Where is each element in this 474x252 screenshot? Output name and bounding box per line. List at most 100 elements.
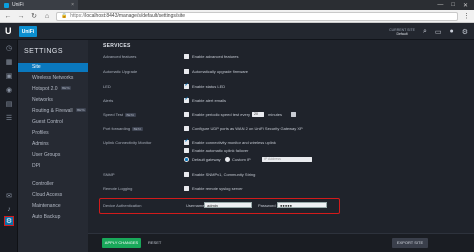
- remote-logging-checkbox[interactable]: [184, 186, 189, 191]
- option-text: Enable advanced features: [192, 54, 239, 59]
- row-label-remote-logging: Remote Logging: [103, 186, 133, 191]
- sidebar-item-cloud-access[interactable]: Cloud Access: [18, 191, 88, 200]
- username-input[interactable]: admin: [204, 202, 252, 208]
- option-text: Automatically upgrade firmware: [192, 69, 249, 74]
- advanced-features-checkbox[interactable]: [184, 54, 189, 59]
- sidebar-item-site[interactable]: Site: [18, 63, 88, 72]
- row-label-device-auth: Device Authentication: [103, 203, 142, 208]
- interval-stepper[interactable]: [291, 112, 296, 117]
- alerts-icon[interactable]: ♪: [4, 205, 14, 215]
- browser-menu-icon[interactable]: ⋮: [463, 12, 470, 20]
- sidebar-item-user-groups[interactable]: User Groups: [18, 151, 88, 160]
- tab-close-icon[interactable]: ×: [71, 2, 74, 8]
- clients-icon[interactable]: ◉: [4, 86, 14, 96]
- sidebar-item-dpi[interactable]: DPI: [18, 162, 88, 171]
- window-controls: — □ ✕: [437, 2, 474, 9]
- export-site-button[interactable]: EXPORT SITE: [392, 238, 428, 248]
- reset-button[interactable]: RESET: [148, 238, 161, 248]
- gear-icon[interactable]: ⚙: [462, 28, 468, 36]
- sidebar-item-guest-control[interactable]: Guest Control: [18, 118, 88, 127]
- user-icon[interactable]: ●: [449, 28, 453, 35]
- speed-test-checkbox[interactable]: [184, 112, 189, 117]
- alerts-checkbox[interactable]: [184, 96, 189, 103]
- sidebar-item-label: Site: [32, 64, 41, 70]
- auto-upgrade-checkbox[interactable]: [184, 69, 189, 74]
- option-text: Enable connectivity monitor and wireless…: [192, 140, 276, 145]
- row-label-text: Speed Test: [103, 112, 123, 117]
- maximize-icon[interactable]: □: [451, 2, 455, 9]
- uplink-failover-checkbox[interactable]: [184, 148, 189, 153]
- sidebar-item-label: Admins: [32, 141, 49, 147]
- sidebar-item-wireless-networks[interactable]: Wireless Networks: [18, 74, 88, 83]
- sidebar-item-controller[interactable]: Controller: [18, 180, 88, 189]
- row-label-port-forwarding: Port forwarding BETA: [103, 126, 143, 131]
- sidebar-item-routing-firewall[interactable]: Routing & Firewall BETA: [18, 107, 88, 116]
- search-icon[interactable]: ⌕: [423, 28, 427, 36]
- speed-test-interval-input[interactable]: 20: [252, 112, 264, 117]
- option-text: Enable periodic speed test every: [192, 112, 251, 117]
- settings-icon[interactable]: ⚙: [4, 216, 14, 226]
- minimize-icon[interactable]: —: [437, 2, 443, 9]
- dashboard-icon[interactable]: ◷: [4, 44, 14, 54]
- sidebar-item-networks[interactable]: Networks: [18, 96, 88, 105]
- uplink-monitor-checkbox[interactable]: [184, 138, 189, 145]
- led-checkbox[interactable]: [184, 82, 189, 89]
- beta-badge: BETA: [75, 108, 87, 112]
- password-input[interactable]: ●●●●●: [277, 202, 327, 208]
- devices-icon[interactable]: ▣: [4, 72, 14, 82]
- sidebar-item-auto-backup[interactable]: Auto Backup: [18, 213, 88, 222]
- settings-main-panel: SERVICES: [88, 40, 474, 252]
- sidebar-item-label: Wireless Networks: [32, 75, 74, 81]
- interval-unit: minutes: [268, 112, 283, 117]
- custom-ip-radio[interactable]: [225, 157, 230, 162]
- chat-icon[interactable]: ▭: [435, 28, 442, 36]
- row-label-speed-test: Speed Test BETA: [103, 112, 136, 117]
- option-text: Configure UDP ports as WAN 2 on UniFi Se…: [192, 126, 303, 131]
- sidebar-item-label: DPI: [32, 163, 41, 169]
- current-site-value: Default: [396, 31, 408, 36]
- back-icon[interactable]: ←: [4, 13, 12, 20]
- apply-changes-button[interactable]: APPLY CHANGES: [102, 238, 141, 248]
- statistics-icon[interactable]: ▤: [4, 100, 14, 110]
- home-icon[interactable]: ⌂: [43, 13, 51, 20]
- sidebar-item-admins[interactable]: Admins: [18, 140, 88, 149]
- row-label-text: Port forwarding: [103, 126, 131, 131]
- reload-icon[interactable]: ↻: [30, 12, 38, 20]
- row-label-snmp: SNMP: [103, 172, 115, 177]
- current-site-label: CURRENT SITE: [389, 27, 415, 32]
- unifi-brand-badge: UniFi: [19, 26, 37, 37]
- map-icon[interactable]: ▦: [4, 58, 14, 68]
- current-site-selector[interactable]: CURRENT SITE Default: [389, 28, 415, 36]
- sidebar-item-label: Routing & Firewall: [32, 108, 73, 114]
- sidebar-item-label: Networks: [32, 97, 53, 103]
- url-text: localhost:8443/manage/s/default/settings…: [85, 13, 186, 19]
- sidebar-item-profiles[interactable]: Profiles: [18, 129, 88, 138]
- radio-label: Default gateway: [192, 157, 221, 162]
- left-icon-rail: ◷ ▦ ▣ ◉ ▤ ☰ ✉ ♪ ⚙: [0, 40, 18, 252]
- address-bar[interactable]: 🔒 https://localhost:8443/manage/s/defaul…: [56, 11, 458, 21]
- insights-icon[interactable]: ☰: [4, 114, 14, 124]
- port-forwarding-checkbox[interactable]: [184, 126, 189, 131]
- header-right: CURRENT SITE Default ⌕ ▭ ● ⚙: [389, 24, 474, 39]
- beta-badge: BETA: [132, 127, 143, 131]
- sidebar-item-label: Maintenance: [32, 203, 61, 209]
- snmp-checkbox[interactable]: [184, 172, 189, 177]
- option-text: Enable SNMPv1, Community String: [192, 172, 256, 177]
- sidebar-item-maintenance[interactable]: Maintenance: [18, 202, 88, 211]
- row-label-uplink-monitor: Uplink Connectivity Monitor: [103, 140, 152, 145]
- app-header: U UniFi CURRENT SITE Default ⌕ ▭ ● ⚙: [0, 23, 474, 40]
- section-title: SERVICES: [103, 43, 131, 49]
- radio-label: Custom IP: [232, 157, 251, 162]
- sidebar-item-hotspot[interactable]: Hotspot 2.0 BETA: [18, 85, 88, 94]
- default-gateway-radio[interactable]: [184, 157, 189, 162]
- browser-tab[interactable]: UniFi ×: [0, 0, 78, 10]
- forward-icon[interactable]: →: [17, 13, 25, 20]
- close-window-icon[interactable]: ✕: [463, 2, 468, 9]
- row-label-led: LED: [103, 84, 111, 89]
- custom-ip-input[interactable]: IP Address: [262, 157, 312, 162]
- events-icon[interactable]: ✉: [4, 192, 14, 202]
- sidebar-item-label: Cloud Access: [32, 192, 63, 198]
- settings-title: SETTINGS: [24, 48, 64, 55]
- tab-title: UniFi: [12, 2, 24, 8]
- sidebar-item-label: Auto Backup: [32, 214, 61, 220]
